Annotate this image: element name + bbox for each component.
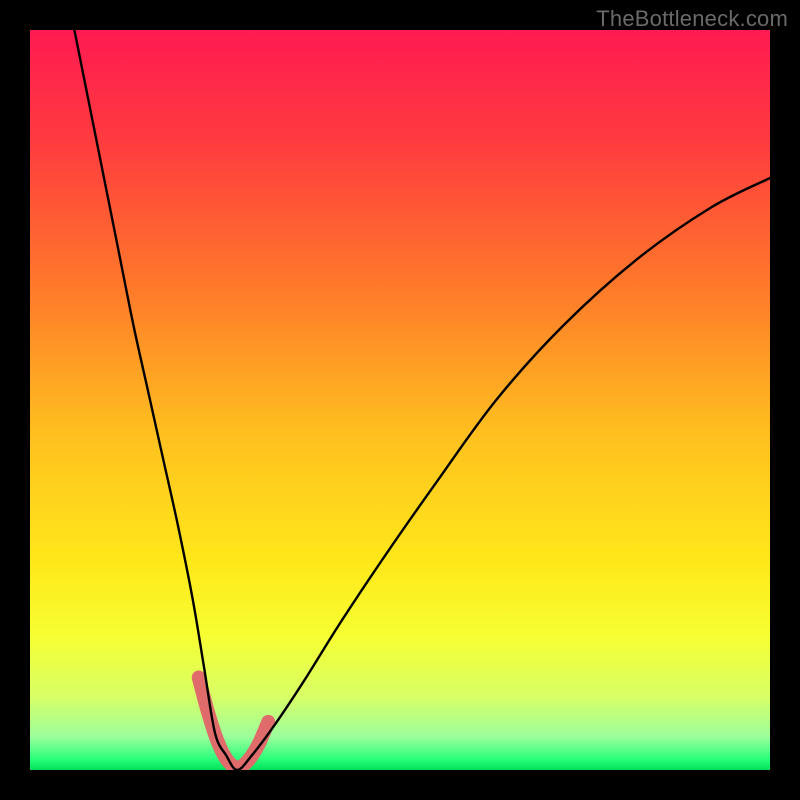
- chart-frame: TheBottleneck.com: [0, 0, 800, 800]
- watermark-text: TheBottleneck.com: [596, 6, 788, 32]
- plot-area: [30, 30, 770, 770]
- gradient-background: [30, 30, 770, 770]
- plot-svg: [30, 30, 770, 770]
